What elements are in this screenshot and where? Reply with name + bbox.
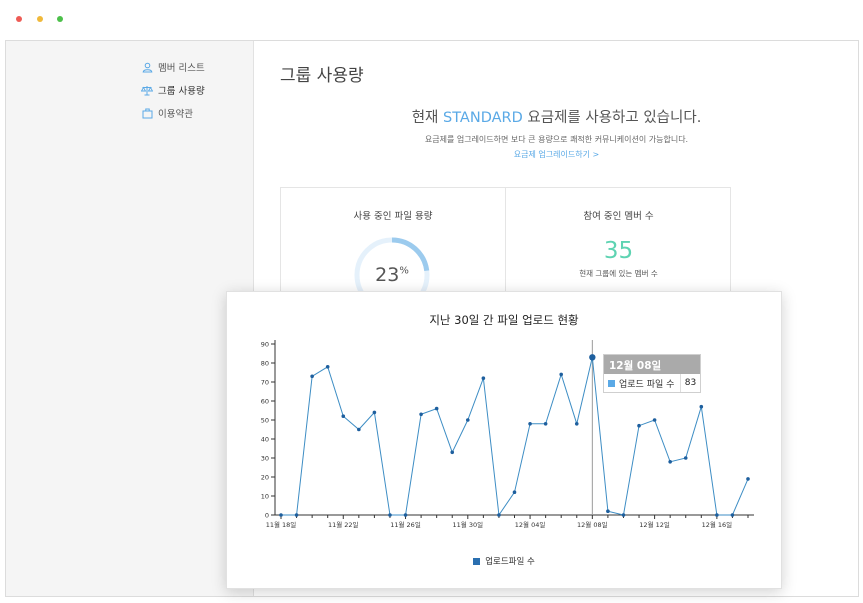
data-point: [715, 513, 719, 517]
data-point: [403, 513, 408, 517]
data-point: [434, 406, 439, 411]
data-point: [730, 513, 735, 517]
data-point: [621, 513, 626, 517]
x-tick-label: 12월 08일: [577, 520, 608, 529]
storage-percent-sign: %: [399, 265, 409, 277]
data-point: [637, 423, 641, 428]
sidebar: 멤버 리스트 그룹 사용량 이용약관: [6, 41, 254, 596]
storage-card-title: 사용 중인 파일 용량: [353, 211, 433, 222]
sidebar-item-label: 이용약관: [158, 109, 193, 120]
plan-headline: 현재 STANDARD 요금제를 사용하고 있습니다.: [255, 106, 858, 127]
data-point: [559, 372, 563, 377]
briefcase-icon: [141, 107, 153, 119]
data-point: [652, 418, 657, 422]
x-tick-label: 11월 30일: [453, 520, 484, 529]
storage-percent-value: 23: [375, 264, 400, 286]
data-point: [528, 422, 532, 426]
data-point: [746, 477, 750, 481]
data-point: [481, 376, 486, 380]
x-tick-label: 11월 26일: [390, 520, 421, 529]
upgrade-plan-link[interactable]: 요금제 업그레이드하기 >: [255, 149, 858, 160]
y-tick-label: 60: [261, 398, 269, 406]
minimize-window-button[interactable]: [37, 16, 43, 22]
data-point: [668, 460, 672, 464]
legend-label: 업로드파일 수: [485, 557, 535, 567]
sidebar-item-group-usage[interactable]: 그룹 사용량: [141, 83, 205, 97]
data-point: [388, 513, 392, 517]
window-titlebar: [0, 0, 863, 40]
y-tick-label: 0: [265, 512, 269, 520]
data-point: [450, 450, 455, 455]
y-tick-label: 90: [261, 341, 269, 349]
data-point: [699, 404, 704, 409]
x-tick-label: 11월 18일: [266, 520, 297, 529]
data-point: [512, 490, 517, 494]
sidebar-item-terms[interactable]: 이용약관: [141, 106, 193, 120]
y-tick-label: 70: [261, 379, 269, 387]
chart-legend[interactable]: 업로드파일 수: [227, 555, 781, 567]
data-point: [466, 418, 470, 422]
y-tick-label: 50: [261, 417, 269, 425]
data-point: [357, 427, 361, 432]
headline-suffix: 요금제를 사용하고 있습니다.: [527, 110, 702, 126]
y-tick-label: 40: [261, 436, 269, 444]
data-point: [310, 374, 314, 379]
data-point: [372, 410, 377, 415]
data-point: [294, 513, 299, 517]
member-count: 35: [603, 238, 634, 264]
user-icon: [141, 61, 153, 73]
scale-icon: [141, 84, 153, 96]
storage-percent: 23%: [353, 264, 431, 286]
tooltip-label: 업로드 파일 수: [619, 379, 675, 390]
tooltip-value: 83: [680, 374, 700, 392]
data-point: [497, 513, 501, 517]
data-point: [341, 414, 346, 418]
data-point: [606, 509, 610, 513]
y-tick-label: 10: [261, 493, 269, 501]
member-count-card: 참여 중인 멤버 수 35 현재 그룹에 있는 멤버 수: [506, 188, 731, 306]
data-point: [279, 513, 283, 517]
sidebar-item-label: 멤버 리스트: [158, 63, 205, 74]
page-title: 그룹 사용량: [280, 66, 364, 86]
data-point: [543, 422, 548, 426]
usage-cards: 사용 중인 파일 용량 23% 참여 중인 멤버 수 35 현재 그룹에 있는 …: [280, 187, 731, 313]
tooltip-swatch: [608, 379, 615, 387]
x-tick-label: 12월 16일: [702, 520, 733, 529]
plan-name: STANDARD: [443, 110, 523, 126]
data-point: [325, 365, 330, 369]
x-tick-label: 12월 04일: [515, 520, 546, 529]
upload-line-chart: 0 10 20 30 40 50 60 70 80 90 11월 18일 11월 22일 11월 26일…: [261, 340, 754, 529]
legend-swatch: [473, 557, 481, 565]
sidebar-item-member-list[interactable]: 멤버 리스트: [141, 60, 205, 74]
close-window-button[interactable]: [16, 16, 22, 22]
data-point: [574, 422, 579, 426]
maximize-window-button[interactable]: [57, 16, 63, 22]
upgrade-description: 요금제를 업그레이드하면 보다 큰 용량으로 쾌적한 커뮤니케이션이 가능합니다…: [424, 135, 689, 144]
data-point: [589, 354, 596, 361]
storage-usage-card: 사용 중인 파일 용량 23%: [281, 188, 506, 313]
member-card-title: 참여 중인 멤버 수: [583, 211, 654, 222]
tooltip-row: 업로드 파일 수 83: [604, 374, 700, 392]
y-tick-label: 30: [261, 455, 269, 463]
tooltip-date: 12월 08일: [604, 355, 700, 374]
y-tick-label: 80: [261, 360, 269, 368]
y-tick-label: 20: [261, 474, 269, 482]
chart-tooltip: 12월 08일 업로드 파일 수 83: [603, 354, 701, 393]
x-tick-label: 11월 22일: [328, 520, 359, 529]
data-point: [419, 412, 423, 417]
x-tick-label: 12월 12일: [639, 520, 670, 529]
data-point: [683, 456, 688, 460]
headline-prefix: 현재: [411, 110, 439, 126]
member-count-subtitle: 현재 그룹에 있는 멤버 수: [579, 269, 658, 278]
sidebar-item-label: 그룹 사용량: [158, 86, 205, 97]
upload-chart-popup: 지난 30일 간 파일 업로드 현황 0 10 20 30 40 50 60 70 80 90 11…: [226, 291, 782, 589]
